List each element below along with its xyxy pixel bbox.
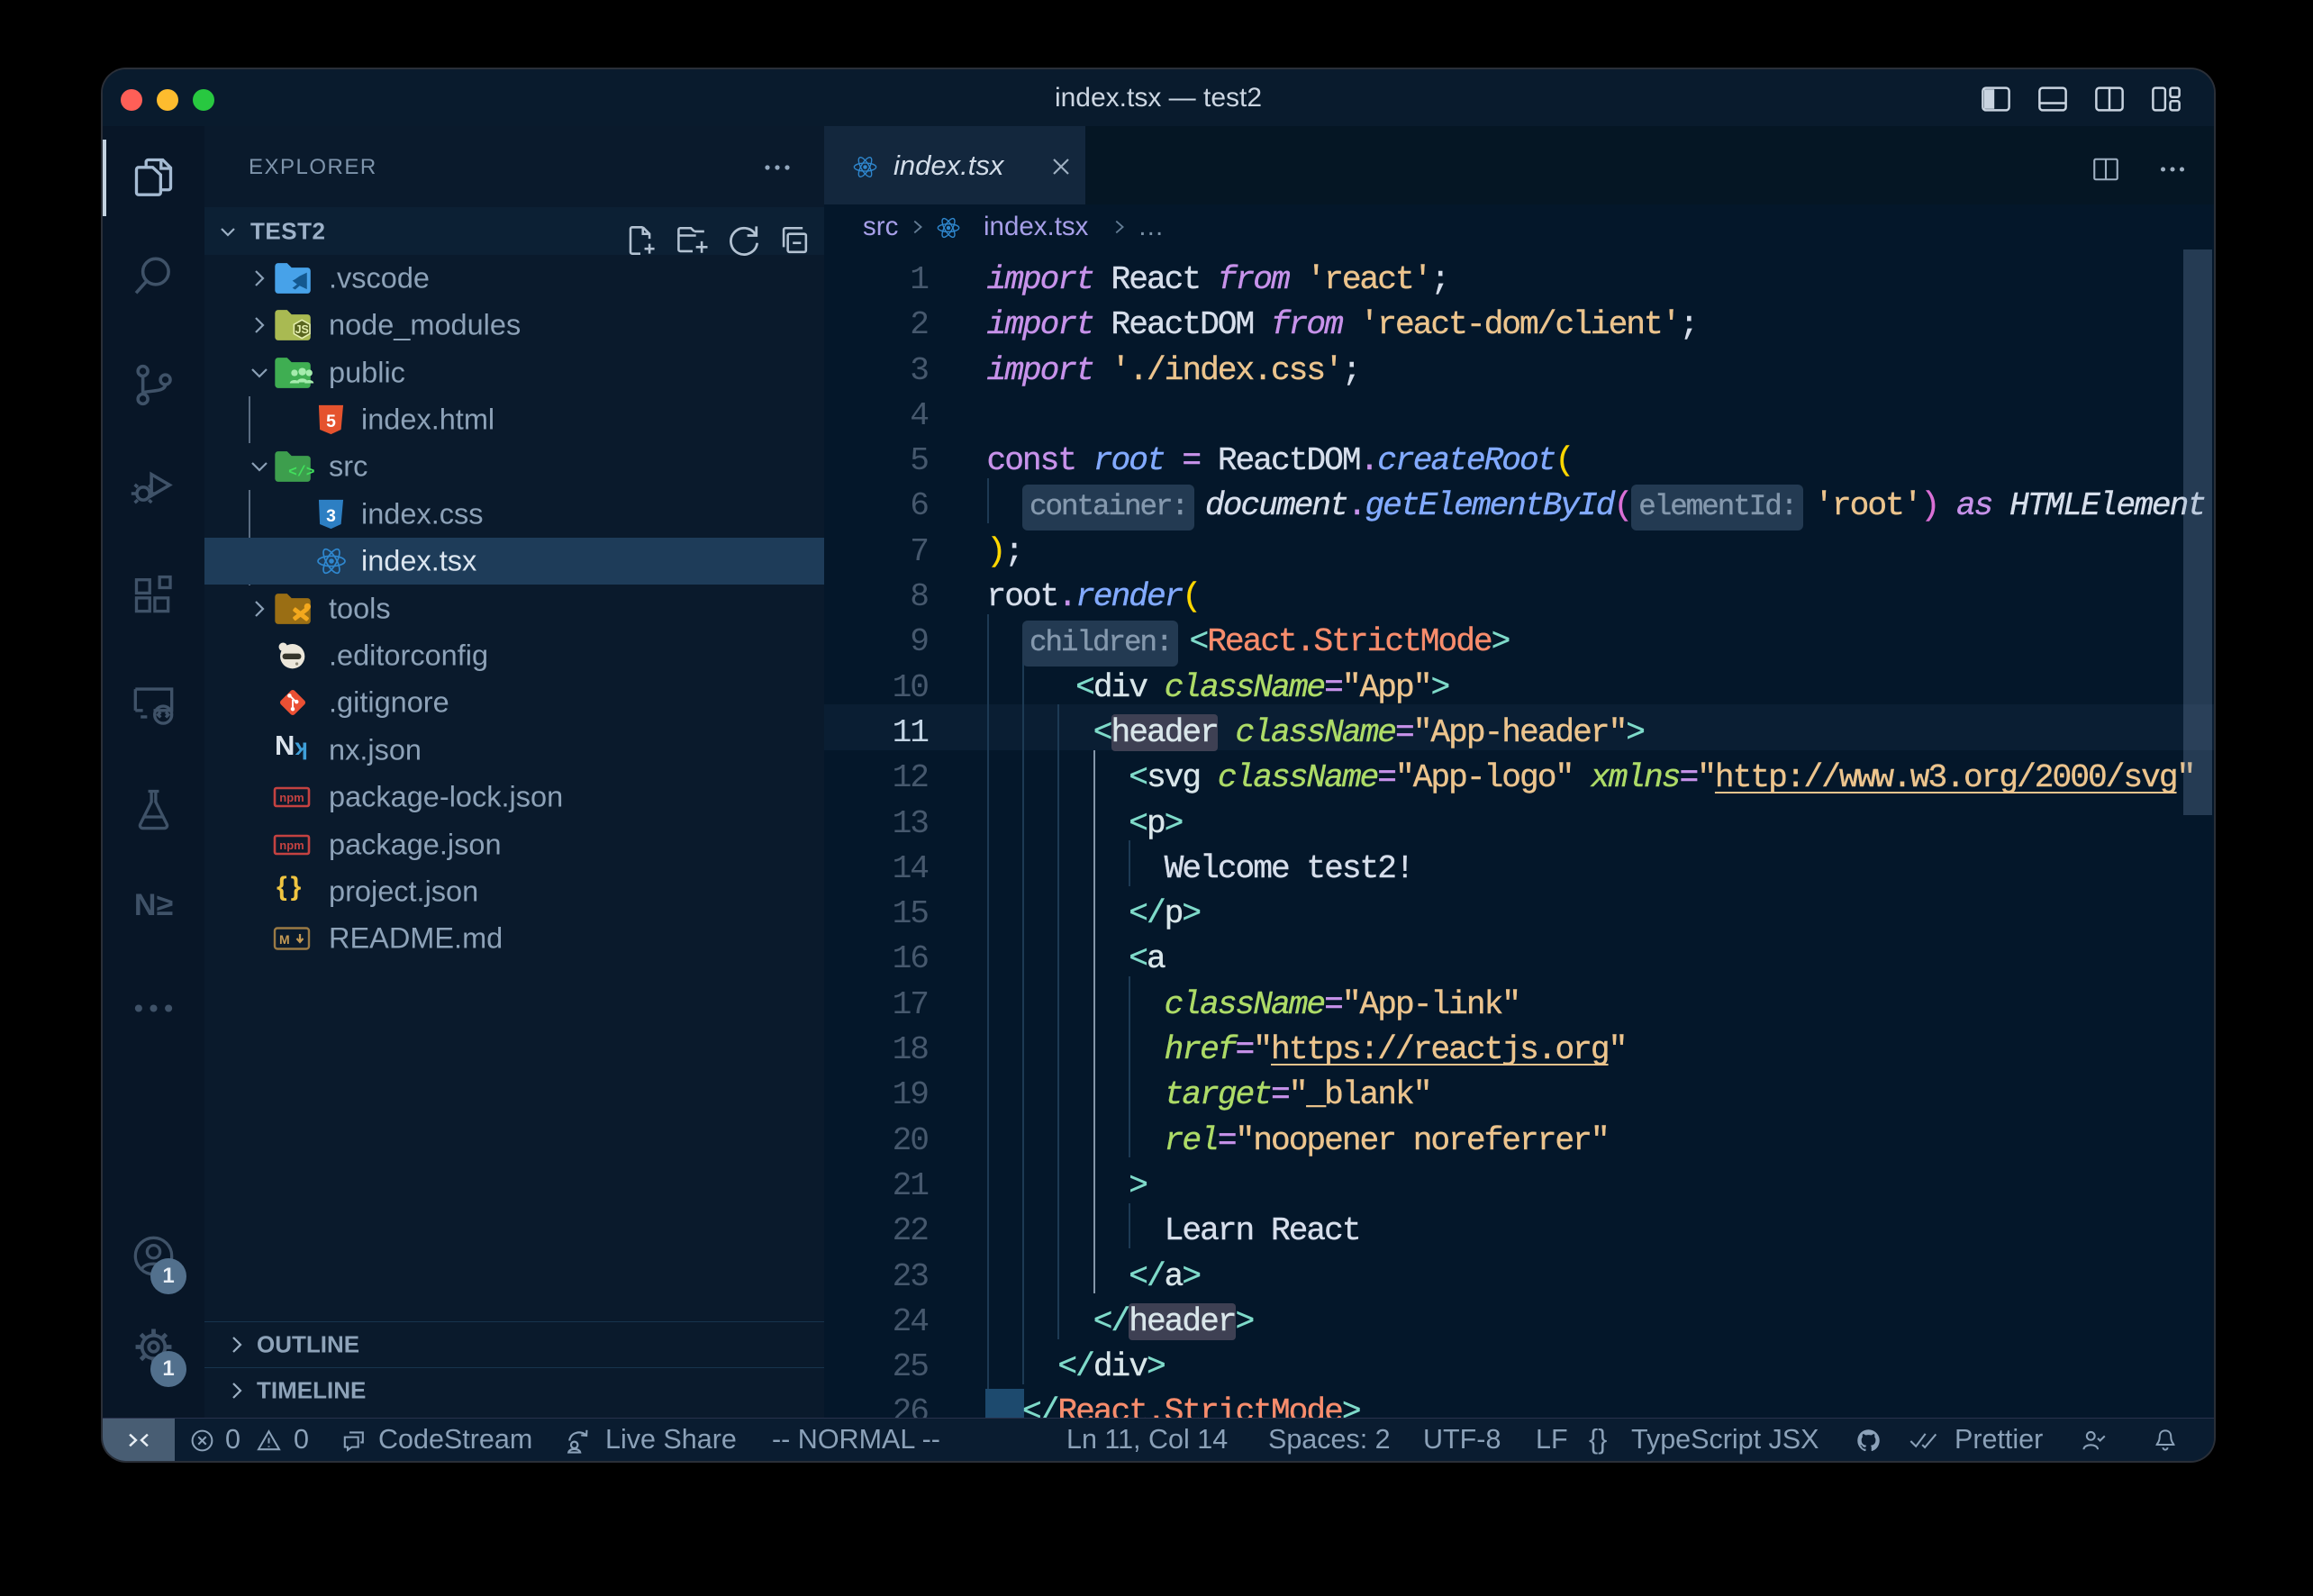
svg-text:5: 5: [326, 412, 336, 431]
svg-text:npm: npm: [279, 839, 304, 852]
svg-text:M: M: [279, 932, 290, 947]
svg-text:npm: npm: [279, 791, 304, 804]
svg-text:</>: </>: [288, 464, 314, 481]
svg-text:JS: JS: [295, 323, 309, 336]
svg-text:3: 3: [326, 506, 336, 526]
